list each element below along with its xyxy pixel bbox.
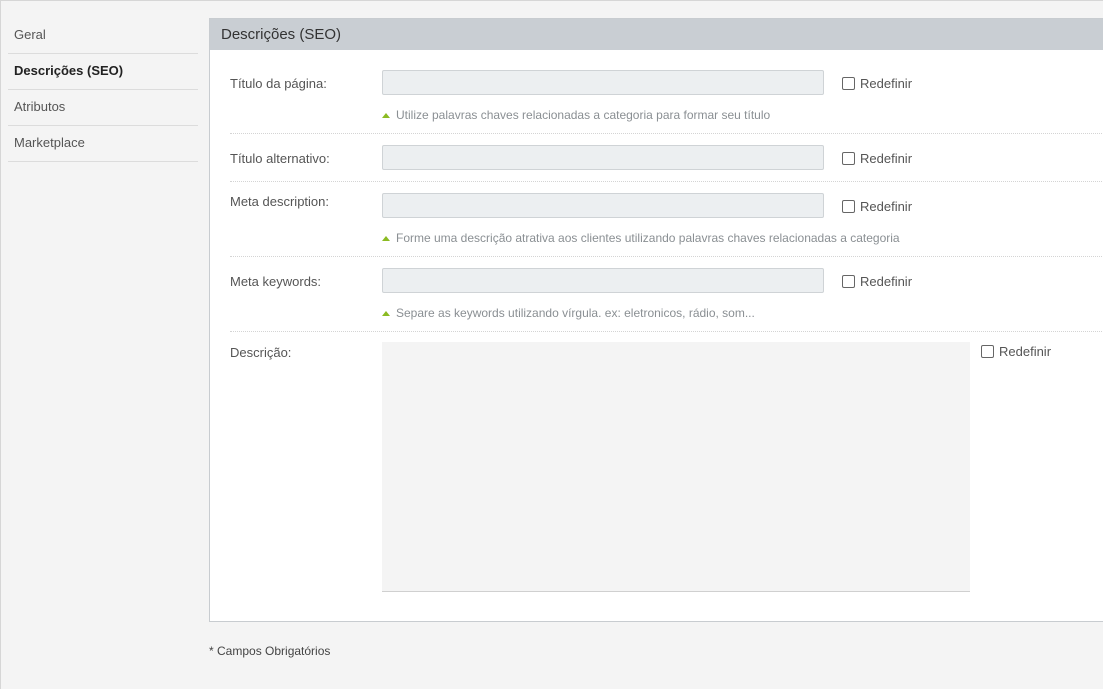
page-title-label: Título da página: — [230, 76, 327, 91]
divider — [230, 181, 1103, 182]
required-fields-note: * Campos Obrigatórios — [209, 644, 331, 658]
seo-panel: Descrições (SEO) Título da página: Redef… — [209, 18, 1103, 622]
page-title-hint-text: Utilize palavras chaves relacionadas a c… — [396, 108, 771, 122]
sidebar-item-seo[interactable]: Descrições (SEO) — [8, 54, 198, 90]
meta-keywords-hint-text: Separe as keywords utilizando vírgula. e… — [396, 306, 755, 320]
meta-description-hint-text: Forme uma descrição atrativa aos cliente… — [396, 231, 900, 245]
divider — [230, 133, 1103, 134]
meta-keywords-input[interactable] — [382, 268, 824, 293]
meta-keywords-label: Meta keywords: — [230, 274, 322, 289]
meta-keywords-reset-checkbox[interactable] — [842, 275, 855, 288]
meta-keywords-hint: Separe as keywords utilizando vírgula. e… — [382, 306, 755, 320]
page-title-hint: Utilize palavras chaves relacionadas a c… — [382, 108, 770, 122]
divider — [230, 331, 1103, 332]
meta-description-input[interactable] — [382, 193, 824, 218]
page-title-reset-checkbox[interactable] — [842, 77, 855, 90]
meta-description-reset-checkbox[interactable] — [842, 200, 855, 213]
alt-title-reset-label: Redefinir — [860, 151, 913, 166]
alt-title-reset-checkbox[interactable] — [842, 152, 855, 165]
page-title-reset-toggle[interactable]: Redefinir — [842, 76, 912, 91]
window-left-border — [0, 0, 1, 689]
meta-keywords-reset-label: Redefinir — [860, 274, 913, 289]
description-label: Descrição: — [230, 345, 292, 360]
description-editor[interactable] — [382, 342, 970, 592]
page-title-input[interactable] — [382, 70, 824, 95]
description-reset-checkbox[interactable] — [981, 345, 994, 358]
sidebar-item-geral[interactable]: Geral — [8, 18, 198, 54]
meta-description-label: Meta description: — [230, 194, 329, 209]
meta-keywords-reset-toggle[interactable]: Redefinir — [842, 274, 912, 289]
meta-description-hint: Forme uma descrição atrativa aos cliente… — [382, 231, 900, 245]
hint-arrow-icon — [382, 112, 390, 118]
alt-title-label: Título alternativo: — [230, 151, 330, 166]
alt-title-input[interactable] — [382, 145, 824, 170]
sidebar-nav: Geral Descrições (SEO) Atributos Marketp… — [8, 18, 198, 162]
divider — [230, 256, 1103, 257]
description-reset-toggle[interactable]: Redefinir — [981, 344, 1051, 359]
page-title-reset-label: Redefinir — [860, 76, 913, 91]
hint-arrow-icon — [382, 310, 390, 316]
panel-title: Descrições (SEO) — [210, 19, 1103, 50]
sidebar-item-marketplace[interactable]: Marketplace — [8, 126, 198, 162]
window-top-border — [0, 0, 1103, 1]
sidebar-item-atributos[interactable]: Atributos — [8, 90, 198, 126]
description-reset-label: Redefinir — [999, 344, 1052, 359]
alt-title-reset-toggle[interactable]: Redefinir — [842, 151, 912, 166]
meta-description-reset-toggle[interactable]: Redefinir — [842, 199, 912, 214]
hint-arrow-icon — [382, 235, 390, 241]
meta-description-reset-label: Redefinir — [860, 199, 913, 214]
